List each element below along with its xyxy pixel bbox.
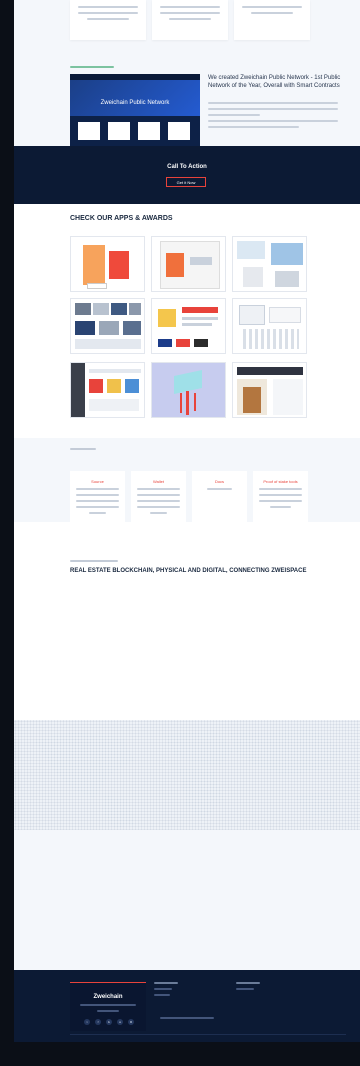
app-award-thumbnail[interactable] [232, 362, 307, 418]
world-map-graphic [14, 720, 360, 830]
top-card-strip [14, 0, 360, 54]
viewport-bottom-border [0, 1042, 360, 1066]
lower-empty-section [14, 830, 360, 970]
cta-button[interactable]: Get it Now [166, 177, 206, 187]
viewport-left-border [0, 0, 14, 1066]
product-title: Proof of stake tools [263, 479, 298, 484]
products-kicker [70, 448, 96, 454]
real-estate-title: REAL ESTATE BLOCKCHAIN, PHYSICAL AND DIG… [70, 568, 307, 574]
cta-title: Call To Action [167, 164, 207, 170]
app-award-thumbnail[interactable] [151, 236, 226, 292]
footer-brand-card: Zweichain t f ➤ ● M [70, 982, 146, 1031]
products-section: Source Wallet Docs Proof of stake tools [14, 438, 360, 529]
footer-links-column [236, 982, 296, 994]
footer: Zweichain t f ➤ ● M [14, 970, 360, 1042]
app-award-thumbnail[interactable] [70, 362, 145, 418]
real-estate-kicker [70, 560, 118, 566]
footer-brand[interactable]: Zweichain [70, 994, 146, 1000]
feature-section: Zweichain Public Network We created Zwei… [14, 54, 360, 146]
product-title: Docs [214, 479, 225, 484]
page: Zweichain Public Network We created Zwei… [14, 0, 360, 1066]
footer-copyright [14, 1017, 360, 1023]
app-award-thumbnail[interactable] [151, 298, 226, 354]
product-card-wallet[interactable]: Wallet [131, 471, 186, 529]
footer-divider [70, 1034, 346, 1035]
product-title: Wallet [153, 479, 164, 484]
product-card-proof-of-stake-tools[interactable]: Proof of stake tools [253, 471, 308, 529]
apps-awards-title: CHECK OUR APPS & AWARDS [70, 215, 173, 222]
app-award-thumbnail[interactable] [70, 236, 145, 292]
top-card [234, 0, 310, 40]
footer-links-column [154, 982, 214, 1000]
feature-shot-title: Zweichain Public Network [100, 100, 170, 106]
feature-title: We created Zweichain Public Network - 1s… [208, 75, 341, 90]
feature-screenshot: Zweichain Public Network [70, 74, 200, 146]
feature-kicker [70, 66, 114, 72]
top-card [70, 0, 146, 40]
app-award-thumbnail[interactable] [232, 298, 307, 354]
call-to-action-section: Call To Action Get it Now [14, 146, 360, 204]
product-card-source[interactable]: Source [70, 471, 125, 529]
app-award-thumbnail[interactable] [151, 362, 226, 418]
product-title: Source [91, 479, 104, 484]
app-award-thumbnail[interactable] [70, 298, 145, 354]
top-card [152, 0, 228, 40]
product-card-docs[interactable]: Docs [192, 471, 247, 529]
app-award-thumbnail[interactable] [232, 236, 307, 292]
world-map-section [14, 720, 360, 830]
